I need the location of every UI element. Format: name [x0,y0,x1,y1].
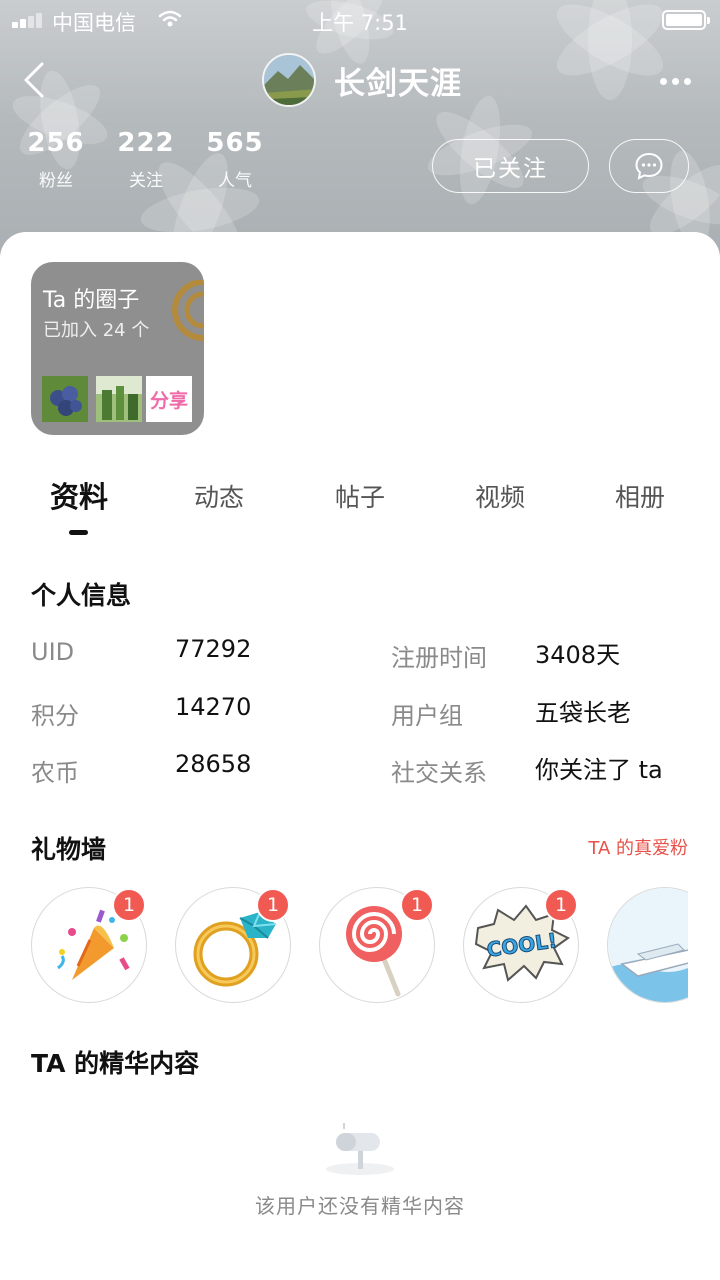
circle-thumb-garden [96,376,142,422]
tab-profile[interactable]: 资料 [9,474,149,516]
profile-content-panel: Ta 的圈子 已加入 24 个 分享 资料 动态 帖子 视频 相册 个人信息 U… [0,232,720,1280]
gift-yacht-clip [600,882,688,1012]
gift-yacht[interactable] [607,887,688,1003]
stat-following[interactable]: 222 关注 [101,128,191,191]
info-label-user-group: 用户组 [391,702,463,730]
stat-popularity: 565 人气 [190,128,280,191]
avatar[interactable] [262,53,316,107]
status-time: 上午 7:51 [312,11,408,35]
tab-posts[interactable]: 帖子 [290,478,430,514]
circles-card[interactable]: Ta 的圈子 已加入 24 个 分享 [31,262,204,435]
info-label-coins: 农币 [31,759,79,787]
tab-album[interactable]: 相册 [570,478,710,514]
stat-value: 565 [206,128,264,158]
tab-activity[interactable]: 动态 [149,478,289,514]
circle-thumb-blueberry [42,376,88,422]
stat-label: 人气 [218,171,252,191]
active-tab-indicator [69,530,88,535]
info-value-relationship: 你关注了 ta [535,756,663,784]
circle-thumb-share-text: 分享 [149,389,188,412]
personal-info-title: 个人信息 [31,581,132,610]
gift-count-badge: 1 [544,888,578,922]
stat-label: 关注 [129,171,163,191]
stat-label: 粉丝 [39,171,73,191]
followed-button[interactable]: 已关注 [432,139,589,193]
true-fans-link[interactable]: TA 的真爱粉 [588,834,688,860]
status-bar: 中国电信 上午 7:51 [0,0,720,40]
chat-bubble-icon [635,152,663,180]
gift-wall-title: 礼物墙 [31,835,107,864]
yacht-icon [608,888,688,1002]
circles-title: Ta 的圈子 [43,288,140,313]
circles-joined-count: 已加入 24 个 [43,320,150,341]
featured-content-title: TA 的精华内容 [31,1049,200,1078]
battery-icon [662,10,710,30]
back-icon[interactable] [20,60,50,100]
info-label-register-time: 注册时间 [391,644,487,672]
gift-count-badge: 1 [256,888,290,922]
info-value-register-time: 3408天 [535,641,621,669]
info-label-points: 积分 [31,702,79,730]
message-button[interactable] [609,139,689,193]
info-value-points: 14270 [175,693,252,721]
info-value-user-group: 五袋长老 [535,699,631,727]
info-label-uid: UID [31,638,75,666]
stat-value: 222 [117,128,175,158]
info-value-uid: 77292 [175,635,252,663]
stat-fans[interactable]: 256 粉丝 [11,128,101,191]
gift-count-badge: 1 [112,888,146,922]
stat-value: 256 [27,128,85,158]
circle-thumb-share: 分享 [146,376,192,422]
profile-header: 中国电信 上午 7:51 长剑天涯 256 粉丝 222 关注 565 人气 已… [0,0,720,262]
empty-featured-text: 该用户还没有精华内容 [255,1194,465,1218]
username: 长剑天涯 [334,66,462,102]
tab-videos[interactable]: 视频 [430,478,570,514]
info-value-coins: 28658 [175,750,252,778]
circle-logo-icon [172,280,204,341]
empty-mailbox-icon [326,1123,394,1175]
gift-count-badge: 1 [400,888,434,922]
more-options-icon[interactable] [656,66,696,96]
info-label-relationship: 社交关系 [391,759,487,787]
profile-tabs: 资料 动态 帖子 视频 相册 [0,478,720,538]
